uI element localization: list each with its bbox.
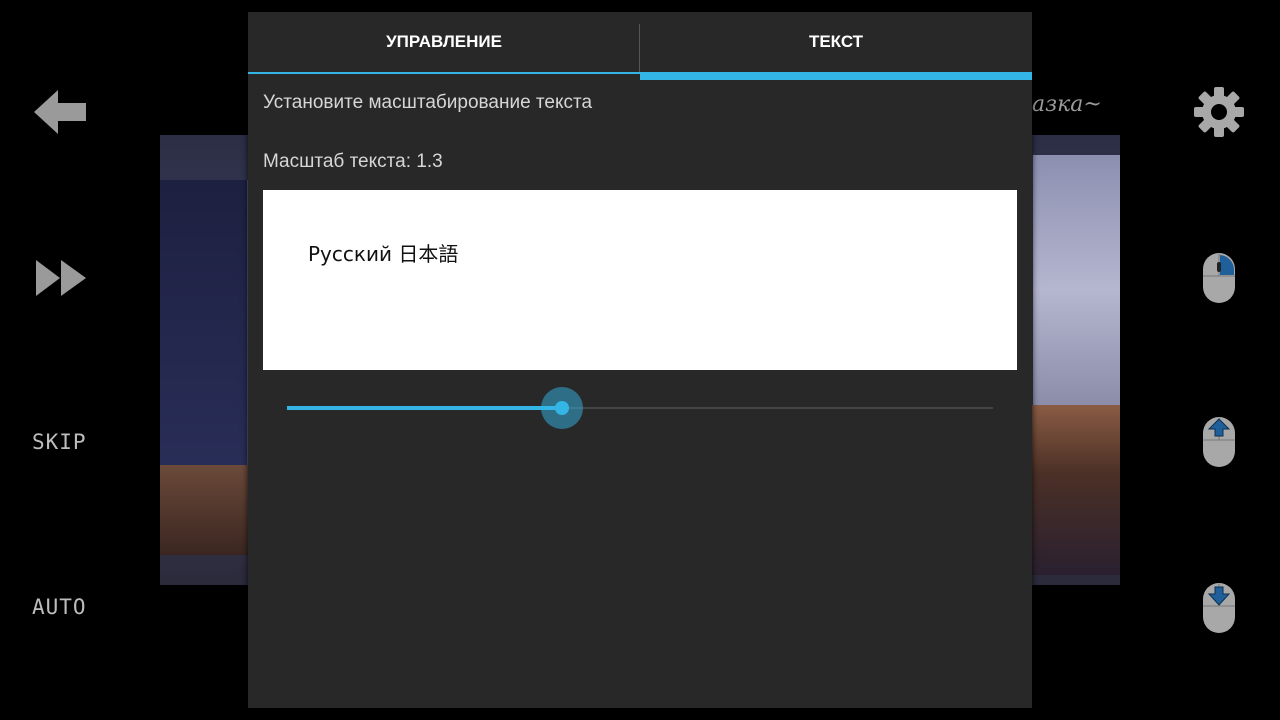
scene-desk-left — [160, 465, 250, 555]
scene-window-left — [160, 180, 250, 500]
fast-forward-button[interactable] — [34, 258, 88, 298]
skip-button[interactable]: SKIP — [32, 430, 87, 454]
mouse-scroll-up-icon — [1203, 417, 1235, 467]
text-preview-box: Русский 日本語 — [263, 190, 1017, 370]
mouse-right-click-button[interactable] — [1202, 252, 1236, 304]
mouse-right-click-icon — [1203, 253, 1235, 303]
settings-button[interactable] — [1194, 87, 1244, 137]
auto-button[interactable]: AUTO — [32, 595, 87, 619]
scene-desk-right — [1030, 405, 1120, 575]
back-button[interactable] — [34, 90, 88, 134]
tab-bar: УПРАВЛЕНИЕ ТЕКСТ — [248, 12, 1032, 80]
gear-icon — [1194, 87, 1244, 137]
text-scale-slider[interactable] — [287, 387, 993, 429]
mouse-scroll-up-button[interactable] — [1202, 416, 1236, 468]
mouse-scroll-down-button[interactable] — [1202, 582, 1236, 634]
tab-divider — [639, 24, 640, 72]
text-scale-label: Масштаб текста: 1.3 — [263, 151, 443, 172]
tab-text[interactable]: ТЕКСТ — [640, 12, 1032, 80]
settings-dialog: УПРАВЛЕНИЕ ТЕКСТ Установите масштабирова… — [248, 12, 1032, 708]
arrow-left-icon — [34, 90, 86, 134]
slider-fill — [287, 406, 563, 410]
tab-controls[interactable]: УПРАВЛЕНИЕ — [248, 12, 640, 74]
mouse-scroll-down-icon — [1203, 583, 1235, 633]
preview-text: Русский 日本語 — [308, 242, 459, 266]
fast-forward-icon — [36, 260, 86, 296]
scene-caption: азка~ — [1032, 92, 1102, 117]
settings-description: Установите масштабирование текста — [263, 92, 593, 113]
